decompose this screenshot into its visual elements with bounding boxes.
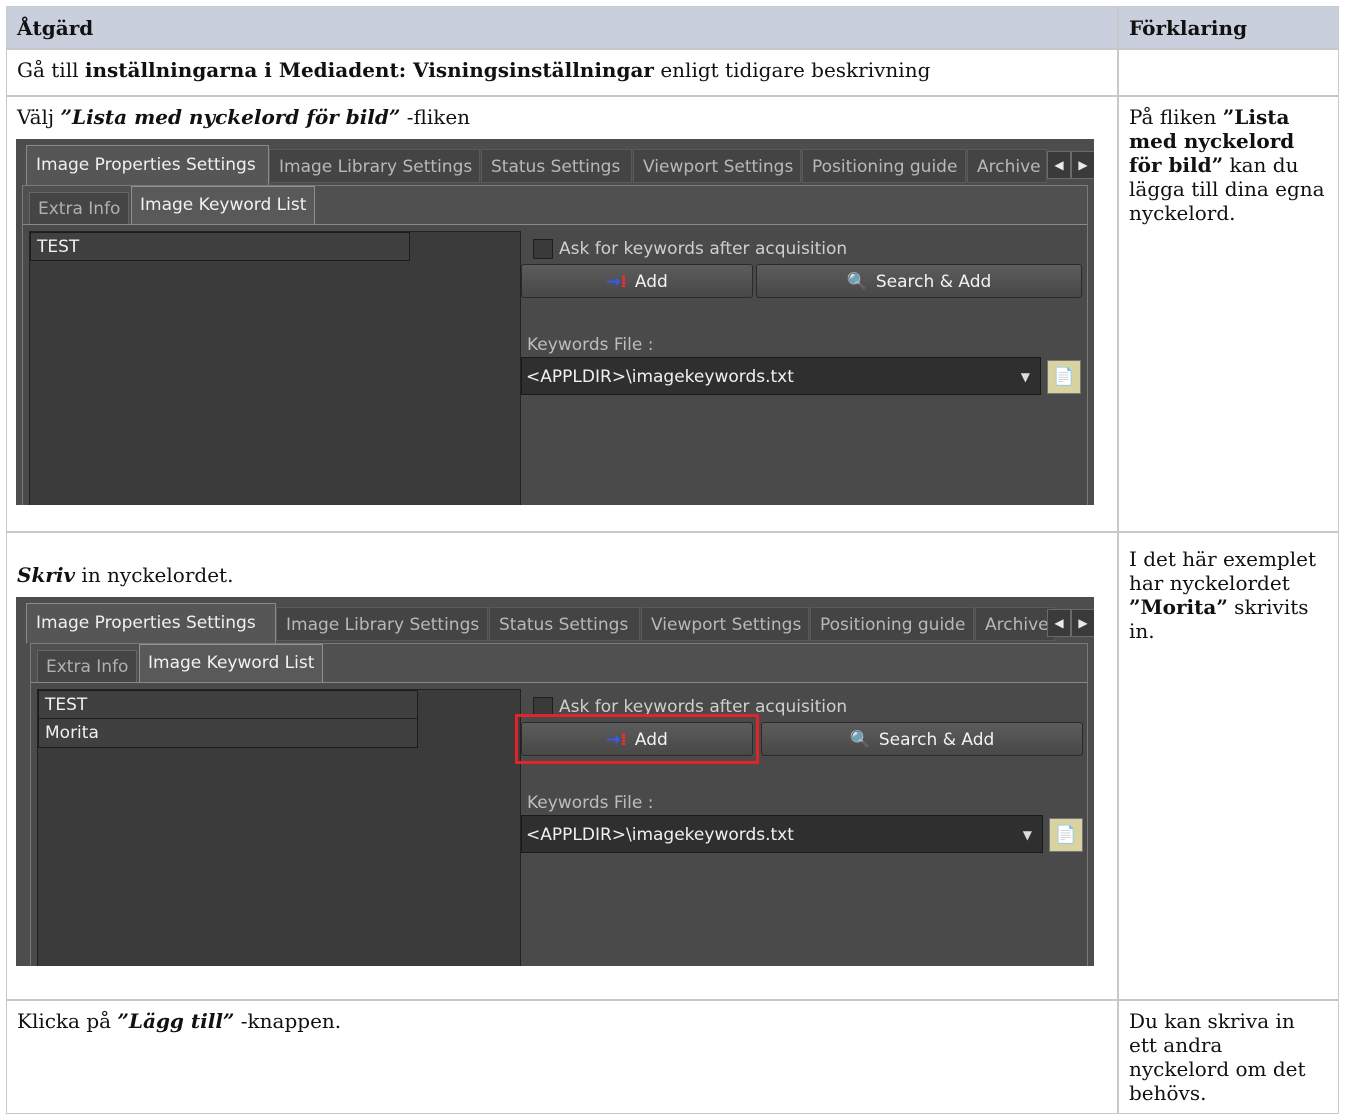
action-cell: Välj ”Lista med nyckelord för bild” -fli…: [6, 96, 1118, 532]
action-column-header: Åtgärd: [6, 6, 1118, 49]
list-item[interactable]: TEST: [30, 232, 410, 261]
keywords-file-label: Keywords File :: [527, 335, 654, 355]
add-icon: →⁞: [606, 272, 627, 292]
tab-archive[interactable]: Archive: [967, 149, 1047, 183]
explanation-text: I det här exemplet har nyckelordet: [1129, 547, 1317, 595]
table-row: Gå till inställningarna i Mediadent: Vis…: [6, 49, 1339, 96]
scroll-right-icon[interactable]: ▶: [1071, 151, 1094, 179]
scroll-left-icon[interactable]: ◀: [1047, 609, 1071, 637]
search-add-button-label: Search & Add: [878, 730, 995, 750]
search-icon: 🔍: [849, 730, 871, 750]
action-cell: Klicka på ”Lägg till” -knappen.: [6, 1000, 1118, 1114]
tab-positioning-guide[interactable]: Positioning guide: [810, 607, 974, 641]
action-bold-text: inställningarna i Mediadent: Visningsins…: [84, 58, 654, 82]
table-row: Klicka på ”Lägg till” -knappen. Du kan s…: [6, 1000, 1339, 1114]
settings-panel: Extra Info Image Keyword List TEST Ask f…: [22, 185, 1088, 505]
explanation-cell: I det här exemplet har nyckelordet ”Mori…: [1118, 532, 1339, 1000]
tab-image-properties-settings[interactable]: Image Properties Settings: [26, 603, 276, 643]
chevron-down-icon: ▼: [1022, 828, 1032, 842]
action-bold-italic-text: ”Lägg till”: [117, 1009, 235, 1033]
list-item[interactable]: TEST: [38, 690, 418, 719]
settings-panel: Extra Info Image Keyword List TEST Morit…: [30, 643, 1088, 966]
keywords-file-dropdown[interactable]: <APPLDIR>\imagekeywords.txt ▼: [521, 815, 1043, 853]
subtab-extra-info[interactable]: Extra Info: [29, 192, 130, 226]
tab-image-properties-settings[interactable]: Image Properties Settings: [26, 145, 269, 185]
browse-file-icon[interactable]: 📄: [1047, 360, 1081, 394]
settings-dialog-screenshot: Image Properties Settings Image Library …: [16, 139, 1094, 505]
action-text: Klicka på: [17, 1009, 118, 1033]
tab-image-library-settings[interactable]: Image Library Settings: [276, 607, 488, 641]
action-text: Gå till: [17, 58, 85, 82]
search-icon: 🔍: [846, 272, 868, 292]
tab-archive[interactable]: Archive: [975, 607, 1055, 641]
action-text: in nyckelordet.: [75, 563, 234, 587]
tab-status-settings[interactable]: Status Settings: [481, 149, 632, 183]
keywords-file-value: <APPLDIR>\imagekeywords.txt: [526, 367, 794, 387]
action-text: -knappen.: [234, 1009, 342, 1033]
keyword-panel: TEST Morita Ask for keywords after acqui…: [31, 682, 1087, 966]
settings-dialog-screenshot: Image Properties Settings Image Library …: [16, 597, 1094, 966]
explanation-text: På fliken: [1129, 105, 1223, 129]
tab-status-settings[interactable]: Status Settings: [489, 607, 640, 641]
action-text: -fliken: [400, 105, 471, 129]
table-row: Skriv in nyckelordet. Image Properties S…: [6, 532, 1339, 1000]
subtab-image-keyword-list[interactable]: Image Keyword List: [139, 644, 324, 683]
ask-keywords-label: Ask for keywords after acquisition: [559, 239, 848, 259]
explanation-cell: På fliken ”Lista med nyckelord för bild”…: [1118, 96, 1339, 532]
keyword-panel: TEST Ask for keywords after acquisition …: [23, 224, 1087, 505]
subtab-image-keyword-list[interactable]: Image Keyword List: [131, 186, 316, 225]
ask-keywords-checkbox[interactable]: [533, 239, 553, 259]
header-row: Åtgärd Förklaring: [6, 6, 1339, 49]
explanation-bold-text: ”Morita”: [1129, 595, 1228, 619]
settings-tab-bar: Image Properties Settings Image Library …: [16, 603, 1094, 643]
settings-tab-bar: Image Properties Settings Image Library …: [16, 145, 1094, 185]
search-add-button-label: Search & Add: [875, 272, 992, 292]
search-add-button[interactable]: 🔍 Search & Add: [756, 264, 1082, 298]
subtab-extra-info[interactable]: Extra Info: [37, 650, 138, 684]
keywords-file-value: <APPLDIR>\imagekeywords.txt: [526, 825, 794, 845]
add-button-label: Add: [634, 272, 668, 292]
explanation-cell: [1118, 49, 1339, 96]
action-bold-italic-text: ”Lista med nyckelord för bild”: [60, 105, 401, 129]
chevron-down-icon: ▼: [1020, 370, 1030, 384]
tab-positioning-guide[interactable]: Positioning guide: [802, 149, 966, 183]
tab-image-library-settings[interactable]: Image Library Settings: [269, 149, 480, 183]
add-button-highlight: [515, 714, 759, 764]
search-add-button[interactable]: 🔍 Search & Add: [761, 722, 1083, 756]
keyword-list: TEST: [29, 231, 521, 505]
browse-file-icon[interactable]: 📄: [1049, 818, 1083, 852]
tab-viewport-settings[interactable]: Viewport Settings: [641, 607, 809, 641]
instruction-table: Åtgärd Förklaring Gå till inställningarn…: [6, 6, 1339, 1114]
list-item[interactable]: Morita: [38, 719, 418, 748]
action-text: enligt tidigare beskrivning: [653, 58, 931, 82]
action-bold-italic-text: Skriv: [17, 563, 76, 587]
tab-viewport-settings[interactable]: Viewport Settings: [633, 149, 801, 183]
action-cell: Skriv in nyckelordet. Image Properties S…: [6, 532, 1118, 1000]
explanation-cell: Du kan skriva in ett andra nyckelord om …: [1118, 1000, 1339, 1114]
scroll-left-icon[interactable]: ◀: [1047, 151, 1071, 179]
action-cell: Gå till inställningarna i Mediadent: Vis…: [6, 49, 1118, 96]
keywords-file-label: Keywords File :: [527, 793, 654, 813]
action-text: Välj: [17, 105, 61, 129]
scroll-right-icon[interactable]: ▶: [1071, 609, 1094, 637]
explanation-column-header: Förklaring: [1118, 6, 1339, 49]
keywords-file-dropdown[interactable]: <APPLDIR>\imagekeywords.txt ▼: [521, 357, 1041, 395]
table-row: Välj ”Lista med nyckelord för bild” -fli…: [6, 96, 1339, 532]
add-button[interactable]: →⁞ Add: [521, 264, 753, 298]
keyword-list: TEST Morita: [37, 689, 521, 966]
